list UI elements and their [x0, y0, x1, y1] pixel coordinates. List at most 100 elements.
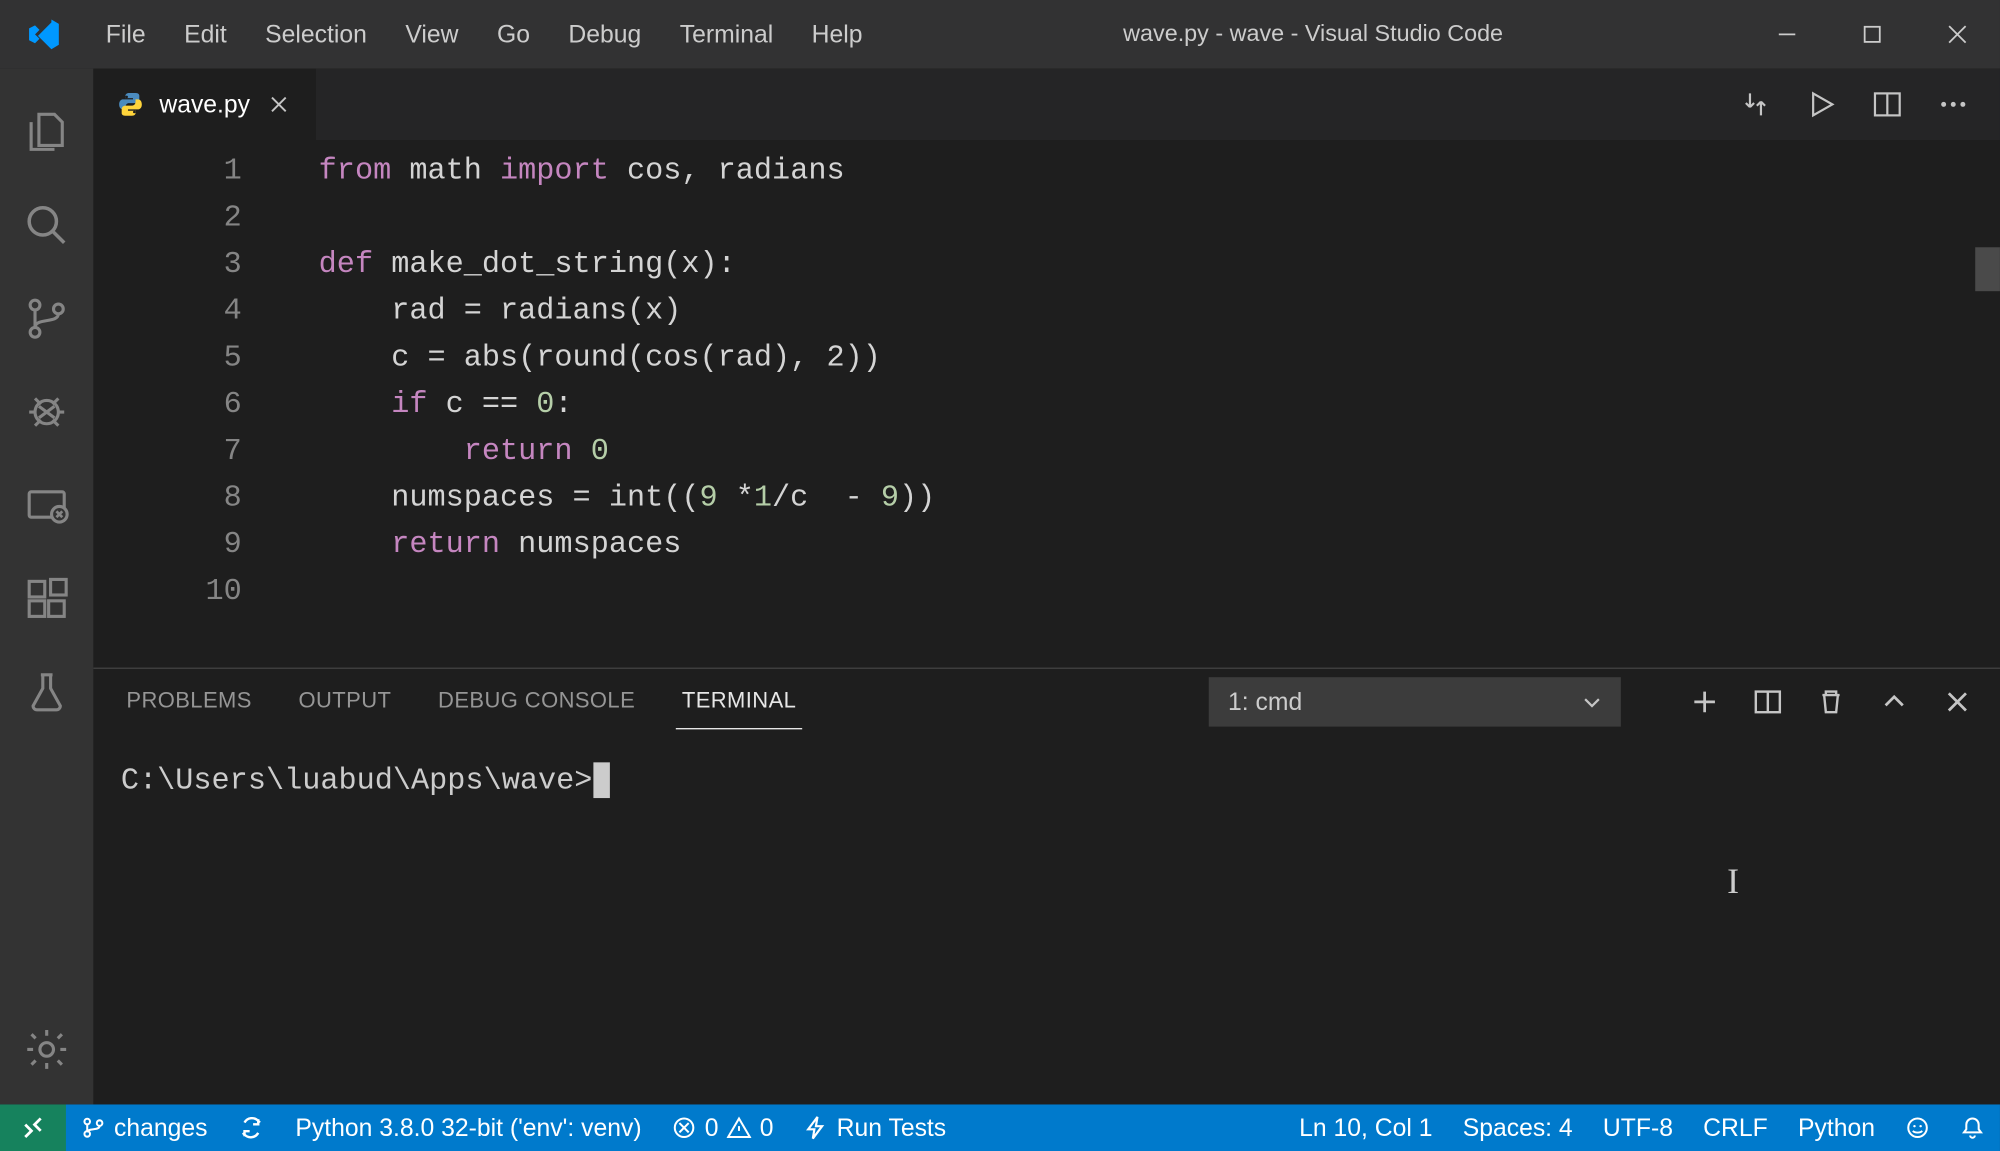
code-line: return numspaces [319, 522, 2000, 569]
files-icon [23, 109, 70, 156]
editor-tabs-bar: wave.py [93, 69, 2000, 140]
window-title: wave.py - wave - Visual Studio Code [882, 21, 1745, 48]
menu-view[interactable]: View [386, 12, 478, 57]
play-icon [1805, 88, 1838, 121]
minimize-button[interactable] [1744, 0, 1829, 69]
remote-icon [23, 482, 70, 529]
split-terminal-button[interactable] [1753, 687, 1783, 717]
chevron-down-icon [1582, 692, 1601, 711]
status-python-env[interactable]: Python 3.8.0 32-bit ('env': venv) [280, 1104, 656, 1151]
line-number: 8 [93, 475, 241, 522]
tab-label: wave.py [159, 90, 250, 119]
status-encoding[interactable]: UTF-8 [1588, 1104, 1688, 1151]
status-feedback[interactable] [1890, 1104, 1945, 1151]
title-bar: File Edit Selection View Go Debug Termin… [0, 0, 2000, 69]
maximize-panel-button[interactable] [1879, 687, 1909, 717]
warning-icon [727, 1115, 752, 1140]
line-number: 1 [93, 148, 241, 195]
dropdown-value: 1: cmd [1228, 687, 1302, 716]
close-panel-button[interactable] [1942, 687, 1972, 717]
activity-remote[interactable] [0, 459, 93, 552]
python-file-icon [115, 89, 145, 119]
remote-icon [21, 1115, 46, 1140]
gear-icon [23, 1026, 70, 1073]
editor-tab[interactable]: wave.py [93, 69, 316, 140]
panel-tab-terminal[interactable]: TERMINAL [676, 675, 801, 729]
activity-source-control[interactable] [0, 272, 93, 365]
status-problems[interactable]: 0 0 [657, 1104, 789, 1151]
line-number: 10 [93, 569, 241, 616]
kill-terminal-button[interactable] [1816, 687, 1846, 717]
line-number: 4 [93, 288, 241, 335]
zap-icon [804, 1115, 829, 1140]
status-indentation[interactable]: Spaces: 4 [1448, 1104, 1588, 1151]
close-icon [1944, 688, 1971, 715]
status-sync[interactable] [223, 1104, 281, 1151]
line-number: 6 [93, 382, 241, 429]
activity-bar [0, 69, 93, 1105]
more-actions-button[interactable] [1937, 88, 1970, 121]
line-number: 3 [93, 242, 241, 289]
new-terminal-button[interactable] [1690, 687, 1720, 717]
menu-help[interactable]: Help [792, 12, 881, 57]
panel-tab-output[interactable]: OUTPUT [293, 676, 397, 728]
status-language[interactable]: Python [1783, 1104, 1890, 1151]
text-cursor-icon: I [1727, 861, 1739, 902]
line-number: 7 [93, 429, 241, 476]
compare-changes-button[interactable] [1739, 88, 1772, 121]
close-icon [268, 93, 290, 115]
editor-body[interactable]: 1 2 3 4 5 6 7 8 9 10 from math import co… [93, 140, 2000, 667]
menu-edit[interactable]: Edit [165, 12, 246, 57]
maximize-button[interactable] [1830, 0, 1915, 69]
code-line: from math import cos, radians [319, 148, 2000, 195]
terminal-prompt: C:\Users\luabud\Apps\wave> [121, 764, 593, 798]
ellipsis-icon [1937, 88, 1970, 121]
menu-go[interactable]: Go [478, 12, 549, 57]
code-line [319, 569, 2000, 616]
status-run-tests[interactable]: Run Tests [789, 1104, 962, 1151]
status-remote-button[interactable] [0, 1104, 66, 1151]
code-line: if c == 0: [319, 382, 2000, 429]
activity-test[interactable] [0, 646, 93, 739]
split-icon [1871, 88, 1904, 121]
menu-debug[interactable]: Debug [549, 12, 660, 57]
code-line: rad = radians(x) [319, 288, 2000, 335]
panel-tab-debug-console[interactable]: DEBUG CONSOLE [433, 676, 641, 728]
code-line: return 0 [319, 429, 2000, 476]
terminal-selector-dropdown[interactable]: 1: cmd [1209, 677, 1621, 726]
activity-search[interactable] [0, 179, 93, 272]
status-cursor-position[interactable]: Ln 10, Col 1 [1284, 1104, 1448, 1151]
activity-explorer[interactable] [0, 85, 93, 178]
status-branch[interactable]: changes [66, 1104, 223, 1151]
code-line: c = abs(round(cos(rad), 2)) [319, 335, 2000, 382]
menu-file[interactable]: File [87, 12, 165, 57]
split-editor-button[interactable] [1871, 88, 1904, 121]
menu-terminal[interactable]: Terminal [661, 12, 793, 57]
status-run-tests-label: Run Tests [837, 1113, 947, 1142]
main-area: wave.py [93, 69, 2000, 1105]
vscode-icon [25, 16, 61, 52]
panel-tab-problems[interactable]: PROBLEMS [121, 676, 257, 728]
menu-selection[interactable]: Selection [246, 12, 386, 57]
activity-debug[interactable] [0, 365, 93, 458]
scrollbar-thumb[interactable] [1975, 247, 2000, 291]
status-eol[interactable]: CRLF [1688, 1104, 1783, 1151]
line-number: 9 [93, 522, 241, 569]
status-notifications[interactable] [1945, 1104, 2000, 1151]
git-branch-icon [81, 1115, 106, 1140]
activity-settings[interactable] [0, 1003, 93, 1096]
app-logo [0, 16, 87, 52]
run-button[interactable] [1805, 88, 1838, 121]
terminal-body[interactable]: C:\Users\luabud\Apps\wave> I [93, 735, 2000, 1104]
status-python-label: Python 3.8.0 32-bit ('env': venv) [295, 1113, 641, 1142]
activity-extensions[interactable] [0, 552, 93, 645]
code-area[interactable]: from math import cos, radians def make_d… [286, 140, 2000, 667]
bottom-panel: PROBLEMS OUTPUT DEBUG CONSOLE TERMINAL 1… [93, 668, 2000, 1105]
git-branch-icon [23, 295, 70, 342]
sync-icon [238, 1114, 265, 1141]
tab-close-button[interactable] [264, 89, 294, 119]
plus-icon [1691, 688, 1718, 715]
close-button[interactable] [1915, 0, 2000, 69]
window-controls [1744, 0, 1999, 69]
beaker-icon [23, 669, 70, 716]
